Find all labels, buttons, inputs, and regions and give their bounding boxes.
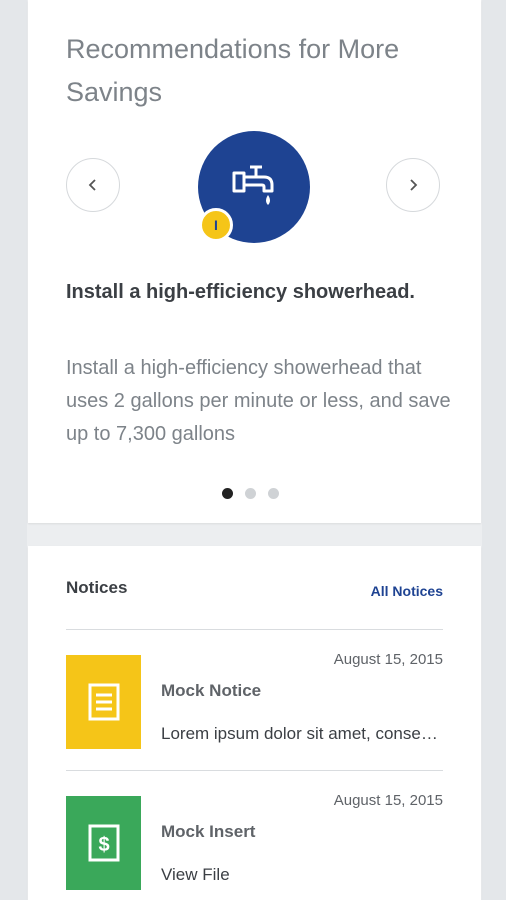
carousel-dot-1[interactable] — [222, 488, 233, 499]
svg-text:$: $ — [98, 834, 109, 856]
notice-name: Mock Insert — [161, 822, 256, 841]
right-margin — [482, 0, 506, 900]
faucet-icon — [232, 165, 274, 205]
recommendations-card: Recommendations for More Savings I Insta… — [28, 0, 481, 523]
chevron-right-icon — [410, 179, 418, 191]
notices-card: Notices All Notices August 15, 2015 Mock… — [28, 546, 481, 900]
dollar-document-icon: $ — [88, 824, 119, 862]
carousel-dot-3[interactable] — [268, 488, 279, 499]
view-file-link[interactable]: View File — [161, 865, 443, 885]
recommendation-number-badge: I — [199, 208, 233, 242]
carousel-pagination — [222, 488, 279, 499]
notice-item[interactable]: $ August 15, 2015 Mock Insert View File — [66, 792, 443, 892]
notice-thumbnail: $ — [66, 796, 141, 890]
divider — [66, 770, 443, 771]
notice-date: August 15, 2015 — [333, 792, 443, 809]
divider — [66, 629, 443, 630]
next-button[interactable] — [386, 158, 440, 212]
recommendation-description: Install a high-efficiency showerhead tha… — [66, 357, 451, 445]
left-margin — [0, 0, 27, 900]
previous-button[interactable] — [66, 158, 120, 212]
notice-date: August 15, 2015 — [333, 651, 443, 668]
notices-title: Notices — [66, 578, 128, 597]
recommendation-heading: Install a high-efficiency showerhead. — [66, 281, 415, 303]
notice-item[interactable]: August 15, 2015 Mock Notice Lorem ipsum … — [66, 651, 443, 751]
chevron-left-icon — [88, 179, 96, 191]
carousel-dot-2[interactable] — [245, 488, 256, 499]
all-notices-link[interactable]: All Notices — [371, 583, 443, 599]
recommendations-title: Recommendations for More Savings — [66, 34, 400, 107]
document-icon — [88, 683, 119, 721]
notice-description: Lorem ipsum dolor sit amet, consectetur — [161, 724, 443, 743]
notice-thumbnail — [66, 655, 141, 749]
notice-name: Mock Notice — [161, 681, 262, 700]
